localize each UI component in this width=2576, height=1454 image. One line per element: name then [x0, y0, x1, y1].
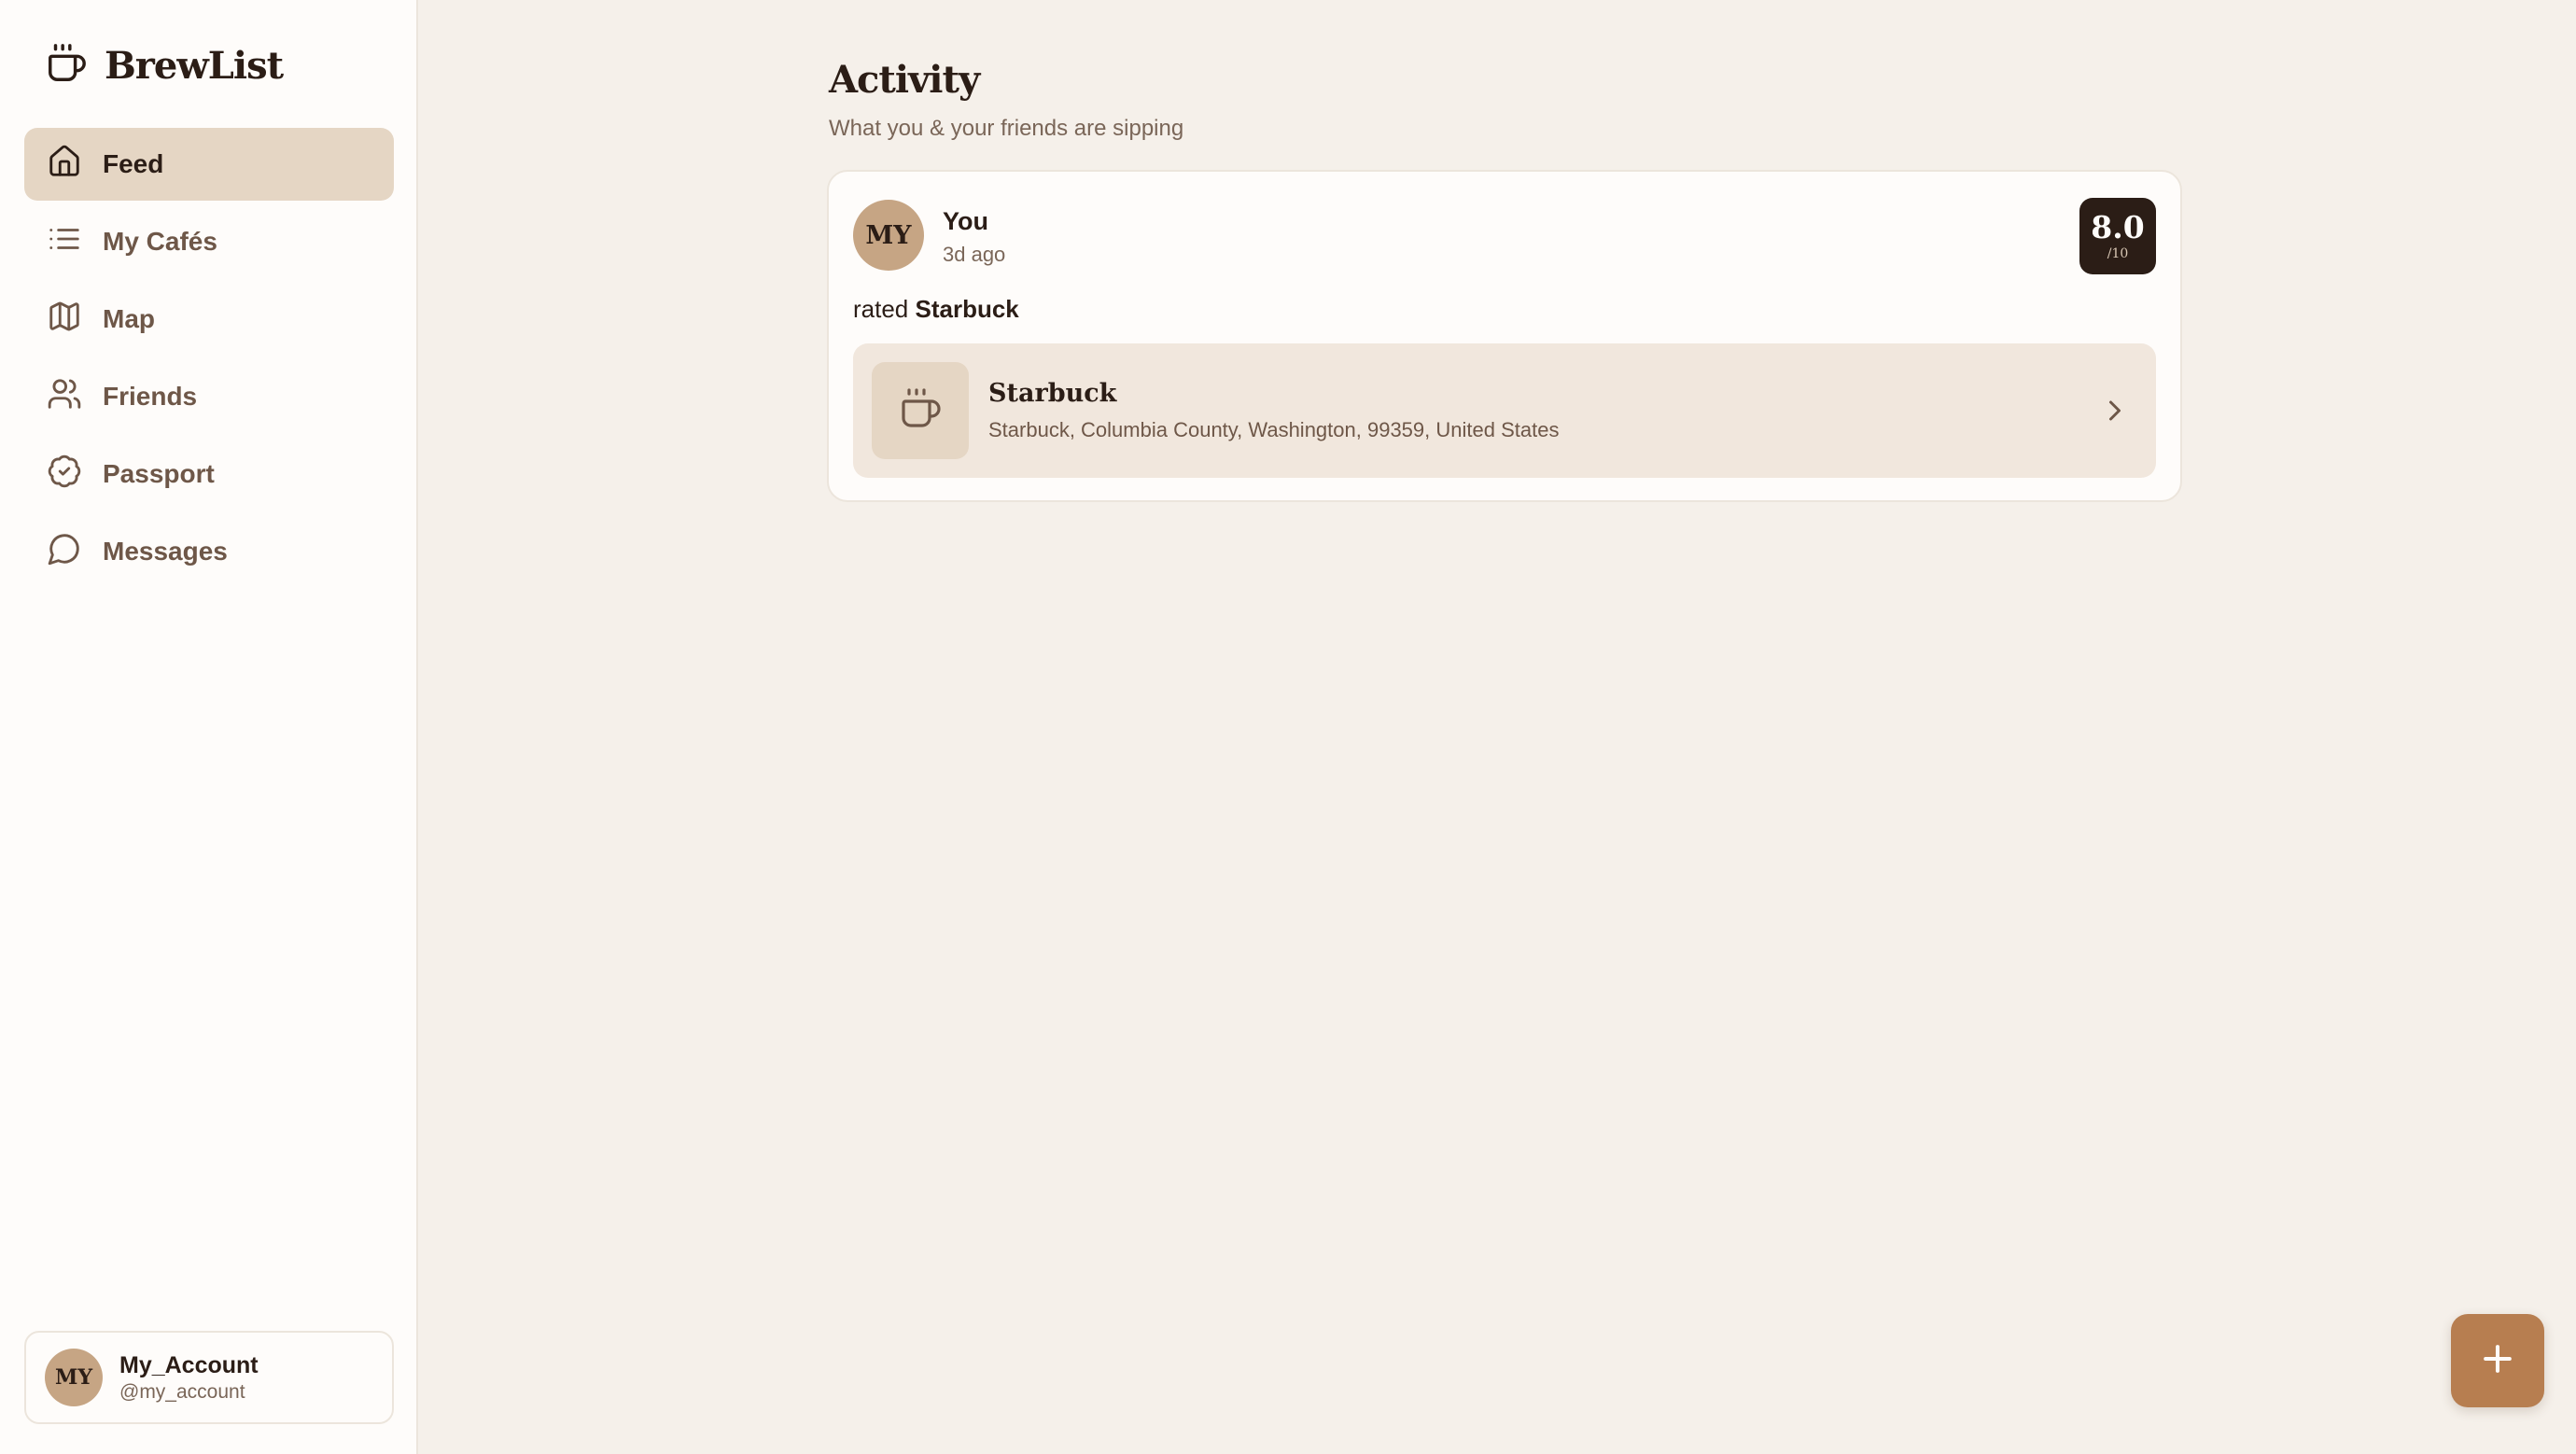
cafe-link[interactable]: Starbuck Starbuck, Columbia County, Wash…	[853, 343, 2156, 478]
brand-name: BrewList	[105, 43, 284, 88]
sidebar-item-label: Friends	[103, 382, 198, 411]
rating-value: 8.0	[2091, 208, 2145, 245]
post-author[interactable]: You	[943, 207, 988, 236]
account-name: My_Account	[119, 1351, 259, 1378]
app-root: BrewList Feed My Cafés Map Friends Passp…	[0, 0, 2576, 1454]
sidebar-item-feed[interactable]: Feed	[24, 128, 394, 201]
account-handle: @my_account	[119, 1380, 245, 1403]
rating-badge: 8.0 /10	[2079, 198, 2156, 274]
cafe-name: Starbuck	[988, 379, 1117, 408]
activity-text: rated Starbuck	[853, 295, 1019, 324]
sidebar-item-friends[interactable]: Friends	[24, 360, 394, 433]
list-icon	[47, 221, 82, 263]
coffee-cup-icon	[898, 386, 943, 436]
sidebar-nav: Feed My Cafés Map Friends Passport Messa…	[24, 128, 394, 593]
sidebar-item-passport[interactable]: Passport	[24, 438, 394, 510]
page-title: Activity	[829, 58, 980, 102]
users-icon	[47, 376, 82, 418]
activity-target: Starbuck	[915, 295, 1019, 323]
sidebar-item-label: Map	[103, 304, 155, 333]
post-timestamp: 3d ago	[943, 243, 1006, 266]
rating-scale: /10	[2107, 245, 2129, 261]
cafe-thumbnail	[872, 362, 969, 459]
home-icon	[47, 144, 82, 186]
sidebar-item-label: My Cafés	[103, 227, 217, 256]
activity-card: MY You 3d ago 8.0 /10 rated Starbuck Sta…	[827, 170, 2182, 502]
sidebar-item-messages[interactable]: Messages	[24, 515, 394, 588]
account-info: My_Account @my_account	[119, 1352, 259, 1404]
page-subtitle: What you & your friends are sipping	[829, 116, 1184, 141]
coffee-cup-icon	[45, 42, 88, 90]
avatar: MY	[45, 1349, 103, 1406]
chevron-right-icon	[2098, 394, 2132, 427]
sidebar-item-label: Feed	[103, 149, 164, 178]
sidebar-item-label: Messages	[103, 537, 228, 566]
cafe-address: Starbuck, Columbia County, Washington, 9…	[988, 418, 1560, 441]
sidebar-item-label: Passport	[103, 459, 215, 488]
add-rating-button[interactable]	[2451, 1314, 2544, 1407]
avatar[interactable]: MY	[853, 200, 924, 271]
activity-verb: rated	[853, 295, 909, 323]
sidebar-item-my-cafes[interactable]: My Cafés	[24, 205, 394, 278]
account-card[interactable]: MY My_Account @my_account	[24, 1331, 394, 1424]
message-circle-icon	[47, 531, 82, 573]
badge-check-icon	[47, 454, 82, 496]
brand-logo[interactable]: BrewList	[45, 41, 284, 90]
sidebar-item-map[interactable]: Map	[24, 283, 394, 356]
plus-icon	[2477, 1338, 2518, 1384]
map-icon	[47, 299, 82, 341]
sidebar: BrewList Feed My Cafés Map Friends Passp…	[0, 0, 418, 1454]
